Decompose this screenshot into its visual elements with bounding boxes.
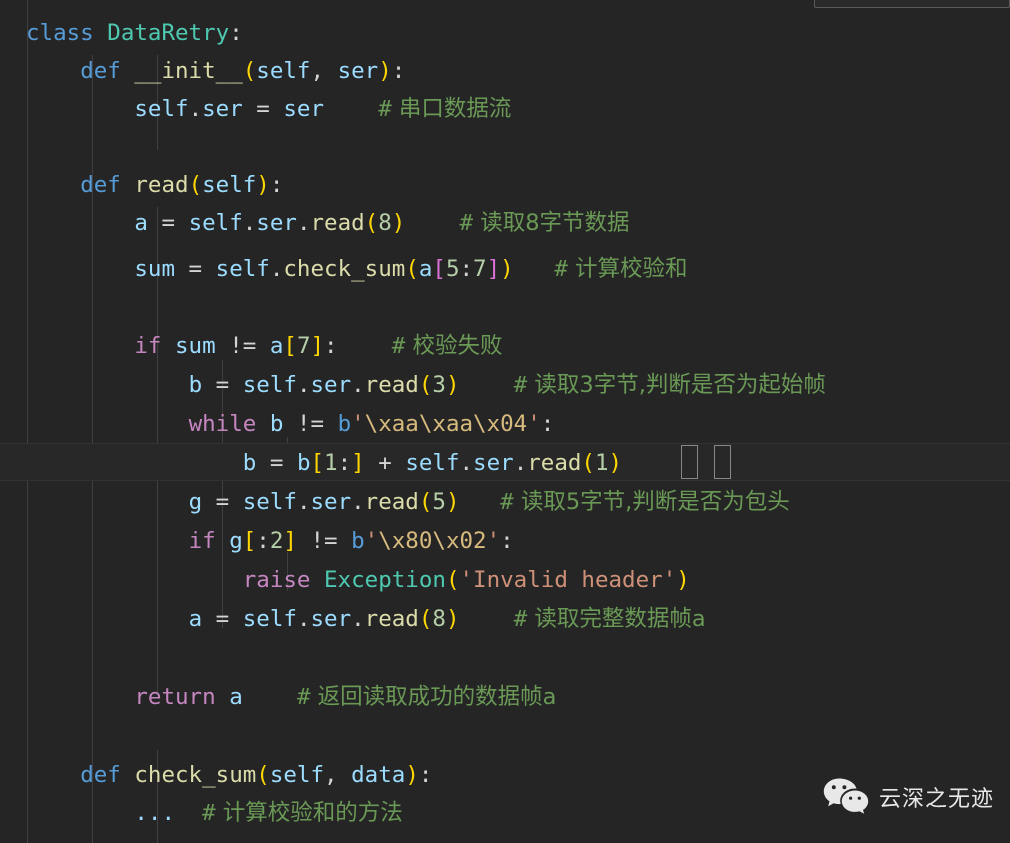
code-content[interactable]: class DataRetry: def __init__(self, ser)…	[0, 0, 1010, 843]
wechat-icon	[823, 777, 869, 817]
code-line-4[interactable]	[0, 128, 1010, 166]
code-line-7[interactable]: sum = self.check_sum(a[5:7]) # 计算校验和	[0, 250, 1010, 288]
screenshot-root: class DataRetry: def __init__(self, ser)…	[0, 0, 1010, 843]
code-line-8[interactable]	[0, 288, 1010, 326]
code-line-13[interactable]: g = self.ser.read(5) # 读取5字节,判断是否为包头	[0, 483, 1010, 521]
watermark: 云深之无迹	[823, 777, 994, 817]
code-line-14[interactable]: if g[:2] != b'\x80\x02':	[0, 522, 1010, 560]
code-line-17[interactable]	[0, 639, 1010, 677]
code-line-16[interactable]: a = self.ser.read(8) # 读取完整数据帧a	[0, 600, 1010, 638]
code-line-3[interactable]: self.ser = ser # 串口数据流	[0, 90, 1010, 128]
code-line-2[interactable]: def __init__(self, ser):	[0, 52, 1010, 90]
code-line-10[interactable]: b = self.ser.read(3) # 读取3字节,判断是否为起始帧	[0, 366, 1010, 404]
code-line-12[interactable]: b = b[1:] + self.ser.read(1)	[0, 444, 1010, 482]
code-line-1[interactable]: class DataRetry:	[0, 14, 1010, 52]
code-line-19[interactable]	[0, 717, 1010, 755]
code-line-5[interactable]: def read(self):	[0, 166, 1010, 204]
code-line-6[interactable]: a = self.ser.read(8) # 读取8字节数据	[0, 204, 1010, 242]
code-line-11[interactable]: while b != b'\xaa\xaa\x04':	[0, 405, 1010, 443]
code-line-9[interactable]: if sum != a[7]: # 校验失败	[0, 327, 1010, 365]
code-line-18[interactable]: return a # 返回读取成功的数据帧a	[0, 678, 1010, 716]
watermark-text: 云深之无迹	[878, 787, 994, 812]
code-line-15[interactable]: raise Exception('Invalid header')	[0, 561, 1010, 599]
code-editor[interactable]: class DataRetry: def __init__(self, ser)…	[0, 0, 1010, 843]
